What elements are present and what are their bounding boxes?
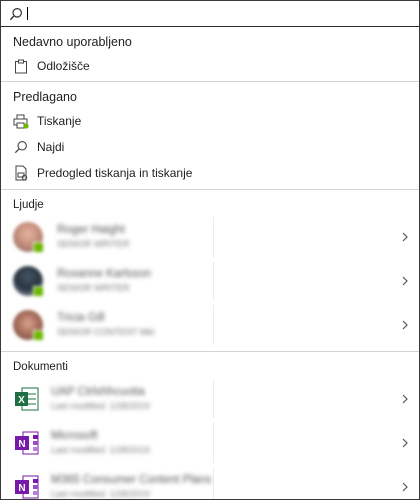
chevron-right-icon[interactable] [401, 231, 409, 243]
row-divider [213, 217, 214, 257]
cmd-item-print[interactable]: Tiskanje [1, 108, 419, 134]
document-modified: Last modified: 1/28/2019 [51, 489, 150, 499]
row-divider [213, 261, 214, 301]
person-name: Tricia Gill [57, 312, 105, 324]
row-divider [213, 379, 214, 419]
printer-icon [13, 113, 29, 129]
cmd-item-label: Predogled tiskanja in tiskanje [37, 166, 193, 180]
chevron-right-icon[interactable] [401, 275, 409, 287]
presence-badge [33, 242, 44, 253]
cmd-item-clipboard[interactable]: Odložišče [1, 53, 419, 79]
person-title: SENIOR WRITER [57, 239, 130, 249]
presence-badge [33, 330, 44, 341]
person-row[interactable]: Roger Haight SENIOR WRITER [1, 215, 419, 259]
onenote-icon: N [13, 429, 41, 457]
people-header: Ljudje [13, 199, 44, 211]
document-row[interactable]: N Microsoft Last modified: 1/28/2019 [1, 421, 419, 465]
document-modified: Last modified: 1/28/2019 [51, 445, 150, 455]
suggested-header: Predlagano [13, 90, 77, 104]
person-name: Roxanne Karlsson [57, 268, 151, 280]
documents-section: Dokumenti X UAP Ctrlshhcuotia Last modif… [1, 352, 419, 499]
search-icon [9, 7, 23, 21]
row-divider [213, 305, 214, 345]
cmd-item-label: Odložišče [37, 59, 90, 73]
document-name: M365 Consumer Content Plans [51, 474, 212, 486]
document-row[interactable]: X UAP Ctrlshhcuotia Last modified: 1/28/… [1, 377, 419, 421]
document-row[interactable]: N M365 Consumer Content Plans Last modif… [1, 465, 419, 499]
person-row[interactable]: Roxanne Karlsson SENIOR WRITER [1, 259, 419, 303]
row-divider [213, 467, 214, 499]
document-modified: Last modified: 1/28/2019 [51, 401, 150, 411]
presence-badge [33, 286, 44, 297]
person-row[interactable]: Tricia Gill SENIOR CONTENT Mkt [1, 303, 419, 347]
excel-icon: X [13, 385, 41, 413]
recent-header: Nedavno uporabljeno [13, 35, 132, 49]
search-panel: Nedavno uporabljeno Odložišče Predlagano… [0, 0, 420, 500]
cmd-item-find[interactable]: Najdi [1, 134, 419, 160]
svg-text:N: N [18, 483, 25, 494]
cmd-item-label: Najdi [37, 140, 65, 154]
avatar [13, 222, 44, 253]
svg-text:N: N [18, 439, 25, 450]
person-name: Roger Haight [57, 224, 125, 236]
avatar [13, 266, 44, 297]
text-caret [27, 7, 28, 20]
search-input[interactable] [30, 4, 390, 23]
document-name: Microsoft [51, 430, 98, 442]
suggested-section: Predlagano Tiskanje Najdi Predogled tisk… [1, 82, 419, 190]
onenote-icon: N [13, 473, 41, 499]
documents-header: Dokumenti [13, 361, 68, 373]
chevron-right-icon[interactable] [401, 319, 409, 331]
cmd-item-print-preview[interactable]: Predogled tiskanja in tiskanje [1, 160, 419, 186]
print-preview-icon [13, 165, 29, 181]
recent-section: Nedavno uporabljeno Odložišče [1, 27, 419, 82]
person-title: SENIOR WRITER [57, 283, 130, 293]
chevron-right-icon[interactable] [401, 437, 409, 449]
person-title: SENIOR CONTENT Mkt [57, 327, 155, 337]
search-bar[interactable] [1, 1, 419, 27]
chevron-right-icon[interactable] [401, 393, 409, 405]
document-name: UAP Ctrlshhcuotia [51, 386, 145, 398]
search-icon [13, 139, 29, 155]
avatar [13, 310, 44, 341]
people-section: Ljudje Roger Haight SENIOR WRITER Roxann… [1, 190, 419, 352]
svg-text:X: X [18, 395, 25, 406]
cmd-item-label: Tiskanje [37, 114, 82, 128]
row-divider [213, 423, 214, 463]
chevron-right-icon[interactable] [401, 481, 409, 493]
clipboard-icon [13, 58, 29, 74]
